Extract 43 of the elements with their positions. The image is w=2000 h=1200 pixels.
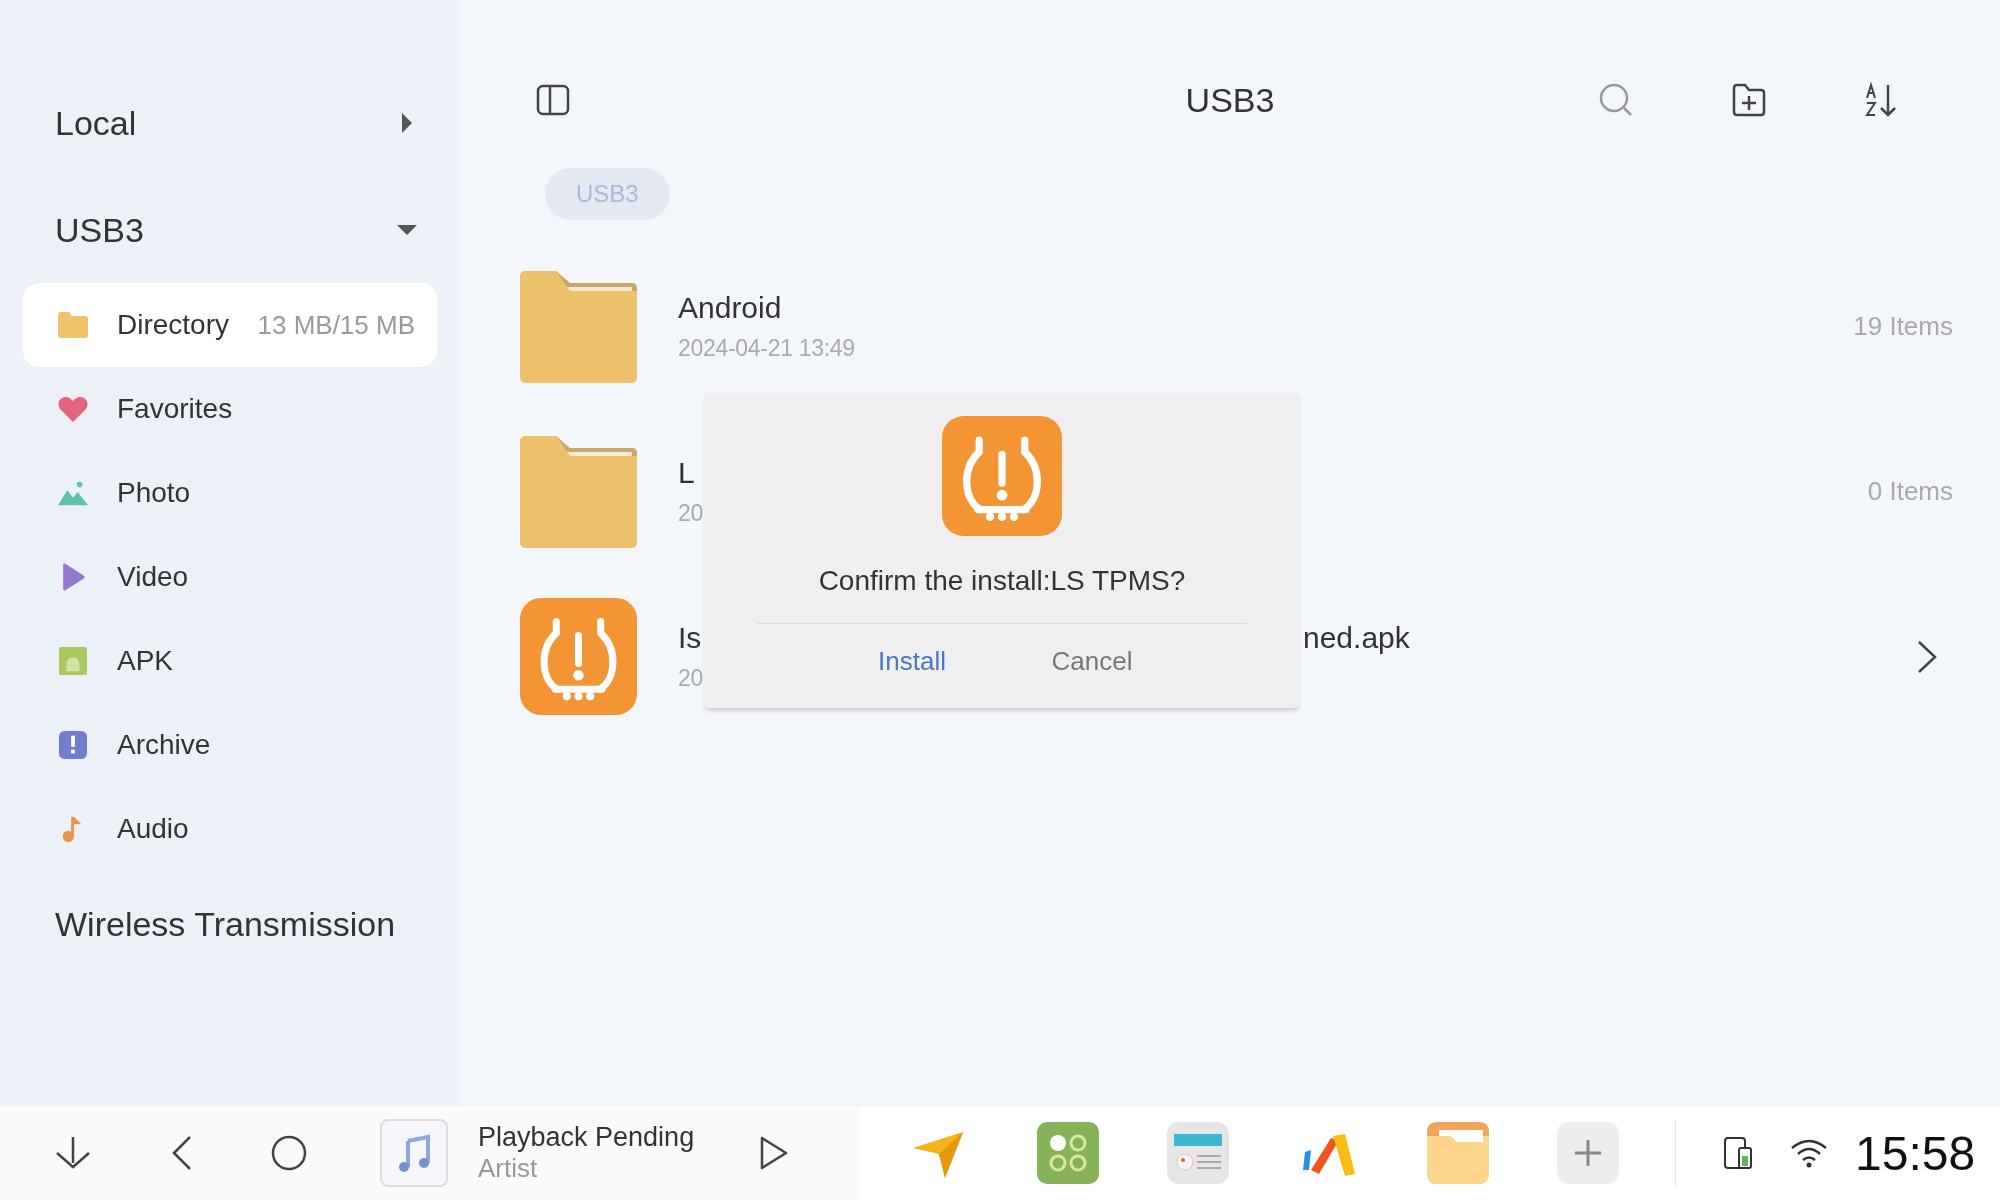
file-date: 2024-04-21 13:49 <box>678 335 855 362</box>
archive-icon <box>58 731 88 759</box>
sidebar-item[interactable]: Audio <box>23 787 437 871</box>
file-date: 20 <box>678 500 703 527</box>
sidebar-toggle-icon[interactable] <box>535 82 571 118</box>
search-icon[interactable] <box>1598 82 1634 118</box>
phone-battery-icon <box>1721 1136 1755 1170</box>
mountain-icon <box>58 479 88 507</box>
file-date: 20 <box>678 665 704 692</box>
page-title: USB3 <box>1185 80 1275 120</box>
app-icon <box>520 598 637 715</box>
app-icon <box>942 416 1062 536</box>
file-name[interactable]: L <box>678 456 703 490</box>
section-title[interactable]: Local <box>55 103 137 143</box>
android-icon <box>58 647 88 675</box>
new-folder-icon[interactable] <box>1731 82 1767 118</box>
cancel-button[interactable]: Cancel <box>1047 640 1137 683</box>
sidebar-item[interactable]: Archive <box>23 703 437 787</box>
album-art[interactable] <box>380 1119 448 1187</box>
radio-icon[interactable] <box>1167 1122 1229 1184</box>
section-title[interactable]: USB3 <box>55 210 144 250</box>
sidebar-item[interactable]: APK <box>23 619 437 703</box>
install-button[interactable]: Install <box>867 640 957 683</box>
clock: 15:58 <box>1855 1125 1976 1181</box>
home-icon[interactable] <box>269 1133 309 1173</box>
heart-icon <box>58 395 88 423</box>
sidebar-item[interactable]: Directory 13 MB/15 MB <box>23 283 437 367</box>
sidebar-item[interactable]: Photo <box>23 451 437 535</box>
add-icon[interactable] <box>1557 1122 1619 1184</box>
file-name[interactable]: Android <box>678 291 855 325</box>
item-count: 19 Items <box>1853 311 1953 342</box>
storage-usage: 13 MB/15 MB <box>257 309 415 341</box>
folder-icon <box>520 270 637 383</box>
dialog-message: Confirm the install:LS TPMS? <box>818 565 1186 597</box>
item-count: 0 Items <box>1867 476 1953 507</box>
file-name[interactable]: ned.apk <box>1303 621 1410 655</box>
section-title[interactable]: Wireless Transmission <box>55 885 460 963</box>
folder-icon <box>58 311 88 339</box>
track-artist: Artist <box>478 1153 539 1184</box>
sidebar-item[interactable]: Favorites <box>23 367 437 451</box>
track-title: Playback Pending <box>478 1122 696 1153</box>
folder-icon <box>520 435 637 548</box>
sidebar-item[interactable]: Video <box>23 535 437 619</box>
